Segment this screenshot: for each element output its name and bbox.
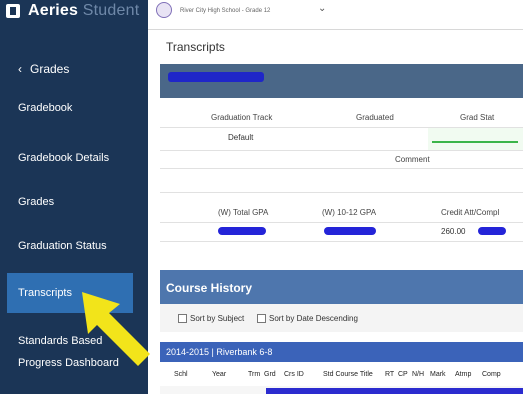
back-to-grades-link[interactable]: ‹ Grades bbox=[0, 58, 148, 80]
back-label: Grades bbox=[30, 62, 70, 76]
student-panel-header bbox=[160, 64, 523, 98]
sidebar-item-label: Gradebook bbox=[18, 102, 73, 114]
credits-header: Credit Att/Compl bbox=[441, 208, 500, 217]
app-name-suffix: Student bbox=[82, 2, 140, 19]
grad-status-header: Grad Stat bbox=[460, 113, 495, 122]
divider bbox=[160, 222, 523, 223]
sidebar-item-label: Gradebook Details bbox=[18, 152, 110, 164]
page-title: Transcripts bbox=[166, 40, 225, 54]
app-name: Aeries bbox=[28, 2, 79, 19]
course-history-title: Course History bbox=[166, 281, 253, 295]
column-header: N/H bbox=[412, 371, 425, 378]
column-header: Atmp bbox=[455, 371, 472, 378]
redacted-total-gpa bbox=[218, 227, 266, 235]
column-header: Grd bbox=[264, 371, 276, 378]
column-header: Schl bbox=[174, 371, 188, 378]
divider bbox=[160, 168, 523, 169]
column-header: Trm bbox=[248, 371, 261, 378]
column-header: Mark bbox=[430, 371, 446, 378]
column-header: CP bbox=[398, 371, 408, 378]
total-gpa-header: (W) Total GPA bbox=[218, 208, 269, 217]
sort-by-date-checkbox[interactable] bbox=[257, 314, 266, 323]
sidebar-item-gradebook-details[interactable]: Gradebook Details bbox=[0, 148, 148, 168]
redacted-credits-completed bbox=[478, 227, 506, 235]
sidebar-item-label: Graduation Status bbox=[18, 240, 107, 252]
redacted-tenth-twelfth-gpa bbox=[324, 227, 376, 235]
sidebar-item-graduation-status[interactable]: Graduation Status bbox=[0, 236, 148, 256]
sort-options: Sort by Subject Sort by Date Descending bbox=[160, 304, 523, 332]
divider bbox=[160, 150, 523, 151]
grad-status-bar bbox=[432, 141, 518, 143]
column-header: Comp bbox=[482, 371, 501, 378]
credits-attempted-value: 260.00 bbox=[441, 227, 466, 236]
school-name: River City High School - Grade 12 bbox=[180, 8, 271, 14]
sidebar-item-label: Transcripts bbox=[18, 287, 72, 299]
term-header: 2014-2015 | Riverbank 6-8 bbox=[160, 342, 523, 362]
chevron-down-icon[interactable]: ⌄ bbox=[318, 3, 326, 14]
column-header: RT bbox=[385, 371, 395, 378]
tenth-twelfth-gpa-header: (W) 10-12 GPA bbox=[322, 208, 377, 217]
graduated-header: Graduated bbox=[356, 113, 394, 122]
term-label: 2014-2015 | Riverbank 6-8 bbox=[166, 347, 273, 357]
chevron-left-icon: ‹ bbox=[18, 62, 22, 76]
aeries-logo-icon bbox=[6, 4, 20, 18]
school-logo-icon bbox=[156, 2, 172, 18]
column-header: Crs ID bbox=[284, 371, 304, 378]
comment-header: Comment bbox=[395, 155, 430, 164]
divider bbox=[160, 192, 523, 193]
school-selector[interactable]: River City High School - Grade 12 ⌄ bbox=[148, 0, 523, 30]
sidebar-item-label: Grades bbox=[18, 196, 55, 208]
redacted-student-name bbox=[168, 72, 264, 82]
column-header: Year bbox=[212, 371, 227, 378]
grad-status-cell bbox=[428, 128, 523, 150]
graduation-track-header: Graduation Track bbox=[211, 113, 273, 122]
sidebar-item-grades[interactable]: Grades bbox=[0, 192, 148, 212]
annotation-arrow-icon bbox=[82, 292, 150, 366]
redacted-course-row bbox=[266, 388, 523, 394]
app-logo[interactable]: Aeries Student bbox=[6, 0, 139, 22]
sort-by-date-label[interactable]: Sort by Date Descending bbox=[269, 314, 358, 323]
column-header: Std Course Title bbox=[323, 371, 373, 378]
sort-by-subject-checkbox[interactable] bbox=[178, 314, 187, 323]
divider bbox=[160, 241, 523, 242]
sidebar-item-gradebook[interactable]: Gradebook bbox=[0, 98, 148, 118]
sort-by-subject-label[interactable]: Sort by Subject bbox=[190, 314, 244, 323]
graduation-track-value: Default bbox=[228, 133, 254, 142]
course-history-header: Course History bbox=[160, 270, 523, 304]
